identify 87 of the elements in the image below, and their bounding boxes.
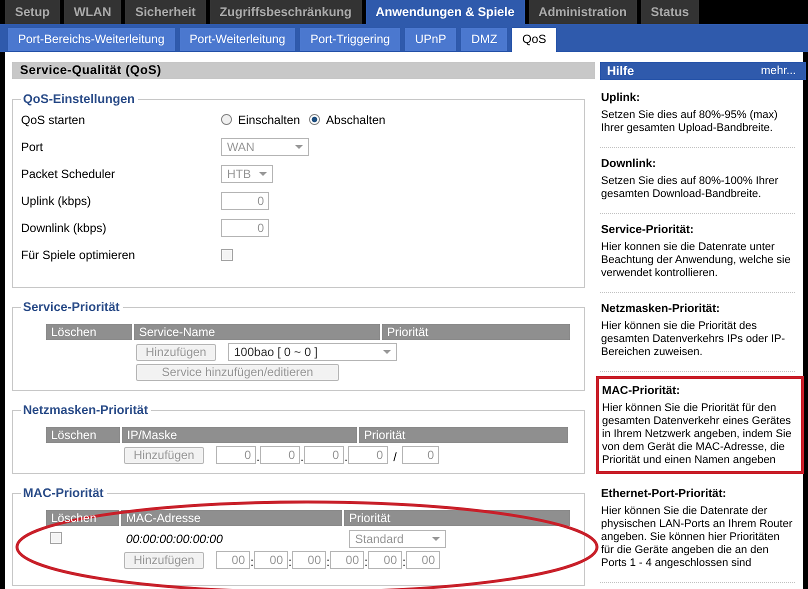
sub-tab[interactable]: Port-Triggering <box>300 28 400 51</box>
field-label: Downlink (kbps) <box>21 220 108 234</box>
sub-tab[interactable]: QoS <box>512 28 556 52</box>
ip-octet-field[interactable]: 0 <box>304 446 344 464</box>
help-text: Hier können Sie die Priorität für den gesamten Datenverkehr eines Gerätes in Ihrem Netzwerk angeben, indem Sie von dem Gerät die MAC-Adresse, die Priorität und einen Namen angeben <box>602 402 793 467</box>
help-heading: Netzmasken-Priorität: <box>601 303 721 316</box>
column-header: IP/Maske <box>122 427 357 443</box>
section-title: QoS-Einstellungen <box>22 92 136 106</box>
mac-address: 00:00:00:00:00:00 <box>126 532 223 546</box>
mac-separator: : <box>250 555 254 569</box>
section-title: MAC-Priorität <box>22 486 105 500</box>
nav-tab[interactable]: Administration <box>528 0 637 24</box>
field-label: Uplink (kbps) <box>21 194 92 208</box>
checkbox[interactable] <box>221 248 233 260</box>
mac-octet-field[interactable]: 00 <box>368 551 402 569</box>
mac-separator: : <box>402 555 406 569</box>
add-button[interactable]: Hinzufügen <box>136 344 216 360</box>
column-header: Service-Name <box>134 324 380 340</box>
nav-tab[interactable]: WLAN <box>64 0 122 24</box>
help-heading: MAC-Priorität: <box>602 385 681 398</box>
ip-octet-field[interactable]: 0 <box>216 446 256 464</box>
service-dropdown[interactable]: 100bao [ 0 ~ 0 ] <box>228 343 397 361</box>
add-button[interactable]: Hinzufügen <box>124 446 204 464</box>
field-label: Für Spiele optimieren <box>21 248 136 262</box>
nav-tab[interactable]: Zugriffsbeschränkung <box>210 0 362 24</box>
ip-separator: . <box>300 450 304 464</box>
help-heading: Downlink: <box>601 158 657 171</box>
mac-octet-field[interactable]: 00 <box>292 551 326 569</box>
column-header: Priorität <box>359 427 568 443</box>
caret-icon <box>259 172 267 176</box>
mac-octet-field[interactable]: 00 <box>330 551 364 569</box>
help-text: Hier konnen sie die Datenrate unter Beachtung der Anwendung, welche sie verwendet kontrollieren. <box>601 241 792 280</box>
mac-octet-field[interactable]: 00 <box>406 551 440 569</box>
help-text: Setzen Sie dies auf 80%-100% Ihrer gesamten Download-Bandbreite. <box>601 175 780 201</box>
column-header: Priorität <box>348 510 392 526</box>
caret-icon <box>432 537 440 541</box>
help-heading: Uplink: <box>601 92 641 105</box>
ip-separator: . <box>344 450 348 464</box>
delete-checkbox[interactable] <box>50 532 62 544</box>
page-title: Service-Qualität (QoS) <box>12 62 595 79</box>
field-label: Port <box>21 140 44 154</box>
mac-separator: : <box>326 555 330 569</box>
help-text: Hier können sie die Priorität des gesamten Datenverkehrs IPs oder IP-Bereichen zuweisen. <box>601 320 786 359</box>
column-header: Löschen <box>46 324 132 340</box>
field-label: QoS starten <box>21 112 86 126</box>
radio-label[interactable]: Einschalten <box>238 112 300 126</box>
help-heading: Service-Priorität: <box>601 224 695 237</box>
column-header: MAC-Adresse <box>125 510 202 526</box>
ip-separator: . <box>256 450 260 464</box>
help-heading: Ethernet-Port-Priorität: <box>601 488 728 501</box>
sub-tab[interactable]: UPnP <box>404 28 456 51</box>
mask-field[interactable]: 0 <box>402 446 439 464</box>
caret-icon <box>295 144 303 148</box>
sub-tab[interactable]: DMZ <box>461 28 508 51</box>
input-field[interactable]: 0 <box>221 192 269 210</box>
mac-octet-field[interactable]: 00 <box>254 551 288 569</box>
dropdown[interactable]: WAN <box>221 138 309 156</box>
mac-separator: : <box>364 555 368 569</box>
column-header: Priorität <box>382 324 570 340</box>
nav-tab[interactable]: Status <box>640 0 699 24</box>
radio-button[interactable] <box>221 114 232 125</box>
nav-tab[interactable]: Anwendungen & Spiele <box>366 0 525 24</box>
caret-icon <box>383 350 391 354</box>
radio-button[interactable] <box>309 114 320 125</box>
ip-octet-field[interactable]: 0 <box>348 446 388 464</box>
section-title: Service-Priorität <box>22 300 121 314</box>
input-field[interactable]: 0 <box>221 218 269 236</box>
help-text: Hier können Sie die Datenrate der physischen LAN-Ports an Ihrem Router angeben. Sie können hier Prioritäten für die Geräte angeben die an den Ports 1 - 4 angeschlossen sind <box>601 505 794 570</box>
nav-tab[interactable]: Setup <box>5 0 60 24</box>
radio-label[interactable]: Abschalten <box>326 112 386 126</box>
mask-separator: / <box>392 450 398 464</box>
sub-tab[interactable]: Port-Weiterleitung <box>180 28 296 51</box>
dropdown[interactable]: HTB <box>221 164 273 182</box>
mac-separator: : <box>288 555 292 569</box>
edit-service-button[interactable]: Service hinzufügen/editieren <box>136 364 339 381</box>
more-link[interactable]: mehr... <box>760 65 796 77</box>
help-text: Setzen Sie dies auf 80%-95% (max) Ihrer gesamten Upload-Bandbreite. <box>601 109 779 135</box>
ip-octet-field[interactable]: 0 <box>260 446 300 464</box>
add-button[interactable]: Hinzufügen <box>124 552 204 568</box>
sub-tab[interactable]: Port-Bereichs-Weiterleitung <box>8 28 175 51</box>
nav-tab[interactable]: Sicherheit <box>125 0 206 24</box>
field-label: Packet Scheduler <box>21 166 116 180</box>
mac-octet-field[interactable]: 00 <box>216 551 250 569</box>
priority-dropdown[interactable]: Standard <box>349 530 446 548</box>
column-header: Löschen <box>46 427 120 443</box>
section-title: Netzmasken-Priorität <box>22 403 150 417</box>
help-title: Hilfe <box>607 64 634 78</box>
